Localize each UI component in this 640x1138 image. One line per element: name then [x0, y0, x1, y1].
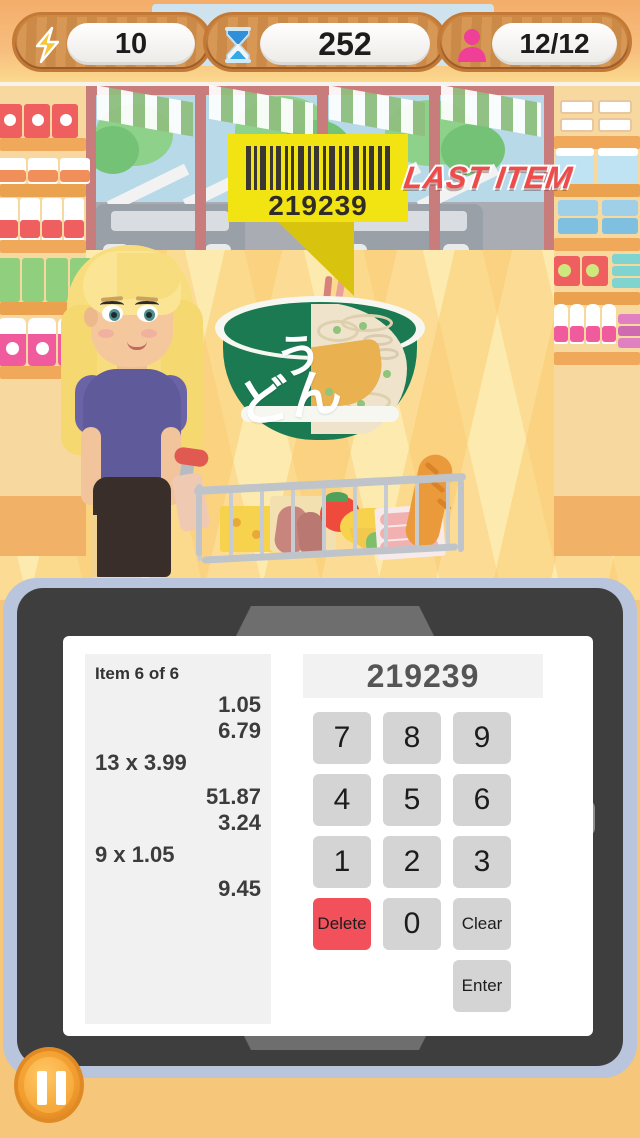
store-scene: う どん 219239 LAST ITEM	[0, 0, 640, 600]
key-8[interactable]: 8	[383, 712, 441, 764]
energy-value: 10	[67, 23, 195, 65]
tablet-bezel: Item 6 of 6 1.05 6.79 13 x 3.99 51.87 3.…	[17, 588, 623, 1066]
keypad: 219239 7 8 9 4 5 6 1 2 3 Delete 0 Clear …	[295, 654, 571, 1024]
receipt-qty-price: 9 x 1.05	[95, 842, 175, 867]
key-delete[interactable]: Delete	[313, 898, 371, 950]
receipt-amount: 51.87	[205, 784, 261, 809]
product-label-jp2: どん	[234, 362, 346, 436]
pause-icon	[56, 1071, 66, 1105]
receipt-panel: Item 6 of 6 1.05 6.79 13 x 3.99 51.87 3.…	[85, 654, 271, 1024]
shopping-cart	[171, 440, 480, 570]
pause-icon	[37, 1071, 47, 1105]
person-icon	[452, 25, 492, 65]
customers-value: 12/12	[492, 23, 617, 65]
barcode-number: 219239	[268, 190, 368, 221]
key-enter[interactable]: Enter	[453, 960, 511, 1012]
key-7[interactable]: 7	[313, 712, 371, 764]
key-4[interactable]: 4	[313, 774, 371, 826]
barcode-card: 219239	[228, 134, 408, 222]
tablet-screen: Item 6 of 6 1.05 6.79 13 x 3.99 51.87 3.…	[63, 636, 593, 1036]
shelf-right	[554, 86, 640, 556]
key-0[interactable]: 0	[383, 898, 441, 950]
key-2[interactable]: 2	[383, 836, 441, 888]
lightning-bolt-icon	[27, 25, 67, 65]
receipt-amount: 9.45	[218, 876, 261, 901]
tablet-top-accent	[235, 606, 435, 638]
callout-tail	[276, 220, 354, 296]
hud-bar: 10 252 12/12	[0, 0, 640, 82]
key-1[interactable]: 1	[313, 836, 371, 888]
customers-panel[interactable]: 12/12	[437, 12, 632, 72]
pause-button[interactable]	[14, 1047, 84, 1123]
pause-inner	[24, 1057, 74, 1113]
key-9[interactable]: 9	[453, 712, 511, 764]
key-6[interactable]: 6	[453, 774, 511, 826]
product-udon-bowl: う どん	[215, 273, 425, 448]
hourglass-icon	[218, 25, 258, 65]
cashier-tablet: Item 6 of 6 1.05 6.79 13 x 3.99 51.87 3.…	[3, 578, 637, 1078]
keypad-display: 219239	[303, 654, 543, 698]
game-screen: う どん 219239 LAST ITEM 10 252 12/12 Item …	[0, 0, 640, 1138]
timer-panel[interactable]: 252	[203, 12, 447, 72]
key-5[interactable]: 5	[383, 774, 441, 826]
barcode-bars	[246, 146, 390, 190]
receipt-qty-price: 13 x 3.99	[95, 750, 187, 775]
key-clear[interactable]: Clear	[453, 898, 511, 950]
receipt-title: Item 6 of 6	[95, 664, 180, 683]
timer-value: 252	[260, 23, 430, 65]
receipt-amount: 3.24	[218, 810, 261, 835]
receipt-amount: 6.79	[218, 718, 261, 743]
key-3[interactable]: 3	[453, 836, 511, 888]
receipt-amount: 1.05	[218, 692, 261, 717]
last-item-banner: LAST ITEM	[400, 158, 577, 197]
energy-panel[interactable]: 10	[12, 12, 212, 72]
